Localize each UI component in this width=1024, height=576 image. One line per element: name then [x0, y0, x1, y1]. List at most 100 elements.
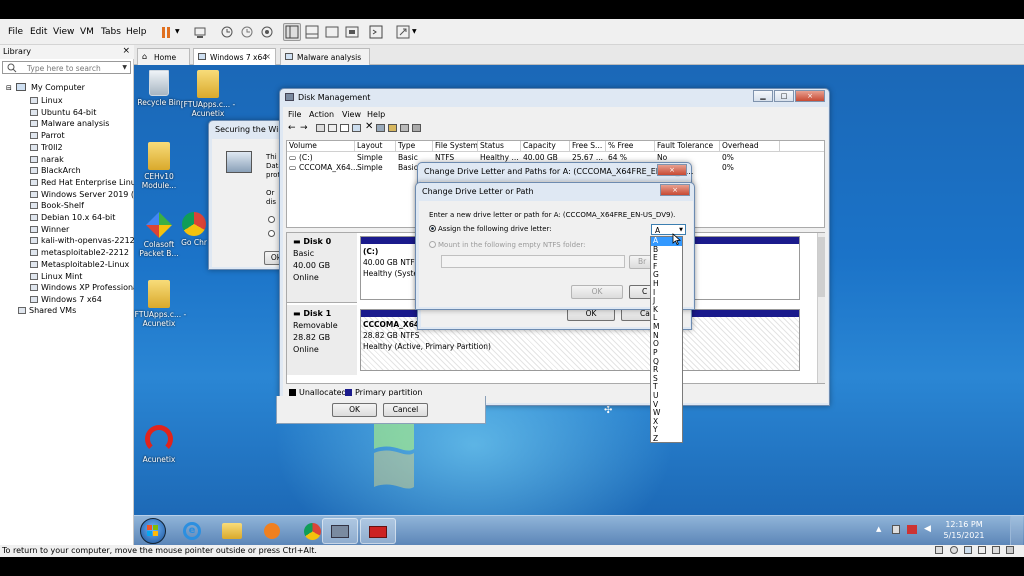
snapshot-manager-icon[interactable] — [258, 23, 276, 41]
hard-disk-icon[interactable] — [935, 546, 943, 554]
close-button[interactable]: × — [657, 164, 687, 176]
tree-item-vm[interactable]: Malware analysis — [30, 118, 109, 129]
radio-selected-icon[interactable] — [429, 225, 436, 232]
revert-snapshot-icon[interactable] — [238, 23, 256, 41]
menu-file[interactable]: File — [288, 110, 301, 119]
disk-0-header[interactable]: ▬ Disk 0 Basic 40.00 GB Online — [287, 233, 357, 303]
list-icon[interactable] — [340, 124, 349, 132]
tree-item-vm[interactable]: Linux Mint — [30, 271, 82, 282]
tree-root-my-computer[interactable]: ⊟ My Computer — [6, 82, 85, 93]
action-center-icon[interactable] — [892, 525, 900, 534]
column-header[interactable]: % Free — [606, 141, 655, 152]
radio-option[interactable] — [268, 216, 275, 223]
menu-help[interactable]: Help — [367, 110, 385, 119]
close-button[interactable]: × — [795, 90, 825, 102]
tree-item-vm[interactable]: Ubuntu 64-bit — [30, 107, 96, 118]
start-button[interactable] — [140, 518, 166, 544]
unity-icon[interactable] — [343, 23, 361, 41]
desktop-icon-acunetix[interactable]: Acunetix — [134, 425, 187, 464]
volume-icon[interactable]: ◀ — [924, 524, 931, 534]
mount-folder-input[interactable] — [441, 255, 625, 268]
properties-icon[interactable] — [316, 124, 325, 132]
usb-icon[interactable] — [978, 546, 986, 554]
radio-icon[interactable] — [429, 241, 436, 248]
library-search-input[interactable]: Type here to search ▼ — [2, 61, 131, 74]
column-header[interactable]: Overhead — [720, 141, 780, 152]
taskbar-explorer[interactable] — [214, 518, 250, 544]
chevron-down-icon[interactable]: ▼ — [175, 28, 180, 35]
back-icon[interactable]: ← — [288, 123, 296, 133]
menu-tabs[interactable]: Tabs — [101, 27, 121, 37]
chevron-down-icon[interactable]: ▼ — [122, 64, 127, 71]
tree-item-vm[interactable]: narak — [30, 154, 64, 165]
snapshot-icon[interactable] — [218, 23, 236, 41]
graphic-view-icon[interactable] — [352, 124, 361, 132]
scrollbar-thumb[interactable] — [818, 237, 825, 297]
network-icon[interactable] — [907, 525, 917, 534]
drive-letter-option[interactable]: Z — [651, 434, 682, 444]
full-screen-icon[interactable] — [323, 23, 341, 41]
show-library-icon[interactable] — [283, 23, 301, 41]
desktop-icon-google-chrome[interactable]: Go Chr — [179, 212, 209, 247]
drive-letter-option[interactable]: H — [651, 279, 682, 289]
desktop-icon-ftuapps-2[interactable]: [FTUApps.c... - Acunetix — [134, 280, 187, 328]
chevron-down-icon[interactable]: ▼ — [412, 28, 417, 35]
tree-item-vm[interactable]: BlackArch — [30, 165, 81, 176]
minimize-button[interactable]: ▁ — [753, 90, 773, 102]
menu-file[interactable]: File — [8, 27, 23, 37]
tab-windows-7-x64[interactable]: Windows 7 x64 × — [193, 48, 276, 65]
tree-item-vm[interactable]: Windows Server 2019 (3) — [30, 189, 142, 200]
refresh-icon[interactable] — [412, 124, 421, 132]
column-header[interactable]: File System — [433, 141, 478, 152]
maximize-button[interactable]: □ — [774, 90, 794, 102]
tree-item-vm[interactable]: Linux — [30, 95, 63, 106]
assign-letter-option[interactable]: Assign the following drive letter: — [429, 225, 552, 233]
send-keys-icon[interactable] — [191, 23, 209, 41]
pause-icon[interactable] — [157, 23, 175, 41]
mount-folder-option[interactable]: Mount in the following empty NTFS folder… — [429, 241, 586, 249]
tab-malware-analysis[interactable]: Malware analysis — [280, 48, 370, 65]
tray-show-hidden-icon[interactable]: ▲ — [876, 525, 881, 533]
cd-drive-icon[interactable] — [950, 546, 958, 554]
tree-item-vm[interactable]: Windows XP Professional — [30, 282, 140, 293]
tree-item-vm[interactable]: Winner — [30, 224, 69, 235]
ok-button[interactable]: OK — [332, 403, 377, 417]
vertical-scrollbar[interactable] — [817, 233, 825, 383]
taskbar-internet-explorer[interactable]: e — [174, 518, 210, 544]
column-header[interactable]: Volume — [287, 141, 355, 152]
taskbar-toolbox[interactable] — [360, 518, 396, 544]
ok-button[interactable]: OK — [571, 285, 623, 299]
tree-item-vm[interactable]: Tr0ll2 — [30, 142, 63, 153]
menu-view[interactable]: View — [53, 27, 74, 37]
tab-home[interactable]: ⌂ Home — [137, 48, 190, 65]
taskbar-media-player[interactable] — [254, 518, 290, 544]
tree-shared-vms[interactable]: Shared VMs — [18, 305, 76, 316]
menu-help[interactable]: Help — [126, 27, 147, 37]
tree-item-vm[interactable]: Parrot — [30, 130, 65, 141]
tree-item-vm[interactable]: Book-Shelf — [30, 200, 84, 211]
desktop-icon-cehv10[interactable]: CEHv10 Module... — [134, 142, 187, 190]
sound-card-icon[interactable] — [992, 546, 1000, 554]
check-icon[interactable] — [376, 124, 385, 132]
drive-letter-option[interactable]: I — [651, 288, 682, 298]
show-desktop-button[interactable] — [1010, 516, 1023, 545]
tree-item-vm[interactable]: metasploitable2-2212 — [30, 247, 129, 258]
display-icon[interactable] — [1006, 546, 1014, 554]
help-icon[interactable] — [328, 124, 337, 132]
column-header[interactable]: Status — [478, 141, 521, 152]
forward-icon[interactable]: → — [300, 123, 308, 133]
taskbar-disk-management[interactable] — [322, 518, 358, 544]
cancel-button[interactable]: Cancel — [383, 403, 428, 417]
tree-item-vm[interactable]: kali-with-openvas-2212 — [30, 235, 135, 246]
delete-icon[interactable]: ✕ — [365, 121, 373, 132]
console-icon[interactable] — [367, 23, 385, 41]
menu-action[interactable]: Action — [309, 110, 334, 119]
column-header[interactable]: Layout — [355, 141, 396, 152]
stretch-icon[interactable] — [394, 23, 412, 41]
menu-vm[interactable]: VM — [80, 27, 94, 37]
tree-item-vm[interactable]: Windows 7 x64 — [30, 294, 102, 305]
network-adapter-icon[interactable] — [964, 546, 972, 554]
tray-clock[interactable]: 12:16 PM 5/15/2021 — [940, 520, 988, 540]
column-header[interactable]: Fault Tolerance — [655, 141, 720, 152]
explore-icon[interactable] — [400, 124, 409, 132]
